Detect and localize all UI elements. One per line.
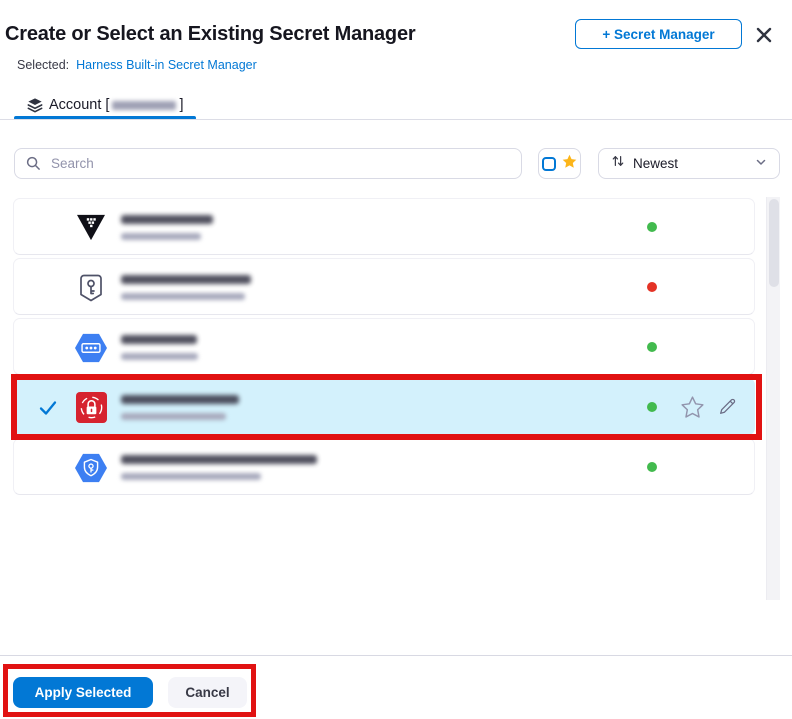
redacted-id bbox=[121, 473, 261, 480]
search-input[interactable] bbox=[14, 148, 522, 179]
apply-selected-button[interactable]: Apply Selected bbox=[13, 677, 153, 708]
footer-divider bbox=[0, 655, 792, 656]
hashicorp-vault-icon bbox=[75, 212, 107, 243]
selected-secret-manager-link[interactable]: Harness Built-in Secret Manager bbox=[76, 58, 257, 72]
secret-manager-list bbox=[0, 197, 766, 601]
redacted-name bbox=[121, 215, 213, 224]
list-item[interactable] bbox=[13, 438, 755, 495]
tab-account[interactable]: Account [] bbox=[27, 94, 183, 116]
harness-builtin-secret-manager-icon bbox=[75, 452, 107, 483]
secret-manager-modal: Create or Select an Existing Secret Mana… bbox=[0, 0, 792, 719]
sort-dropdown[interactable]: Newest bbox=[598, 148, 780, 179]
tab-account-label: Account [ bbox=[49, 97, 109, 113]
status-dot-red bbox=[647, 282, 657, 292]
tab-divider bbox=[0, 119, 792, 120]
search-box bbox=[14, 148, 522, 179]
scrollbar[interactable] bbox=[766, 197, 780, 600]
status-dot-green bbox=[647, 462, 657, 472]
sort-arrows-icon bbox=[611, 154, 625, 173]
selected-line: Selected: Harness Built-in Secret Manager bbox=[17, 58, 257, 72]
aws-kms-icon bbox=[75, 392, 107, 423]
list-item[interactable] bbox=[13, 378, 755, 435]
redacted-name bbox=[121, 335, 197, 344]
list-item[interactable] bbox=[13, 198, 755, 255]
cancel-button[interactable]: Cancel bbox=[168, 677, 247, 708]
favorites-filter-button[interactable] bbox=[538, 148, 581, 179]
redacted-id bbox=[121, 293, 245, 300]
layers-icon bbox=[27, 97, 43, 113]
tab-account-label-suffix: ] bbox=[179, 97, 183, 113]
tab-account-count-redacted bbox=[112, 101, 176, 110]
list-item[interactable] bbox=[13, 318, 755, 375]
close-icon[interactable] bbox=[753, 24, 775, 46]
status-dot-green bbox=[647, 222, 657, 232]
favorite-star-icon[interactable] bbox=[679, 394, 706, 426]
page-title: Create or Select an Existing Secret Mana… bbox=[5, 23, 415, 46]
scrollbar-thumb[interactable] bbox=[769, 199, 779, 287]
favorite-star-icon bbox=[561, 153, 578, 175]
new-secret-manager-button[interactable]: + Secret Manager bbox=[575, 19, 742, 49]
redacted-name bbox=[121, 455, 317, 464]
status-dot-green bbox=[647, 342, 657, 352]
redacted-id bbox=[121, 233, 201, 240]
redacted-name bbox=[121, 275, 251, 284]
check-icon bbox=[38, 398, 58, 418]
selected-label: Selected: bbox=[17, 58, 69, 72]
search-icon bbox=[26, 156, 41, 176]
sort-selected-value: Newest bbox=[633, 156, 747, 171]
redacted-id bbox=[121, 353, 198, 360]
custom-secret-manager-icon bbox=[75, 272, 107, 303]
gcp-secret-manager-icon bbox=[75, 332, 107, 363]
status-dot-green bbox=[647, 402, 657, 412]
redacted-id bbox=[121, 413, 226, 420]
chevron-down-icon bbox=[755, 155, 767, 173]
list-item[interactable] bbox=[13, 258, 755, 315]
favorites-checkbox[interactable] bbox=[542, 157, 556, 171]
edit-pencil-icon[interactable] bbox=[717, 396, 738, 422]
redacted-name bbox=[121, 395, 239, 404]
